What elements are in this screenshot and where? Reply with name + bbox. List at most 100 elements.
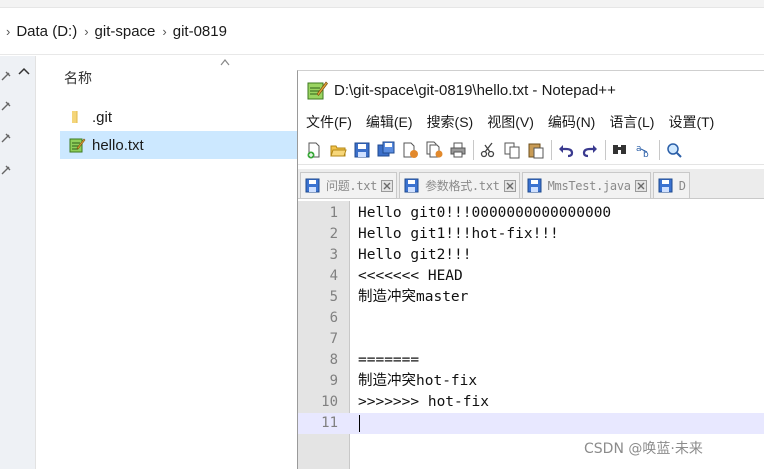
toolbar-separator bbox=[473, 139, 474, 160]
address-bar[interactable]: › Data (D:) › git-space › git-0819 bbox=[0, 9, 764, 55]
editor-line[interactable]: 4 <<<<<<< HEAD bbox=[298, 266, 764, 287]
menu-edit[interactable]: 编辑(E) bbox=[366, 112, 413, 132]
tab-label: MmsTest.java bbox=[547, 178, 631, 193]
column-header-name[interactable]: 名称 bbox=[64, 68, 92, 88]
save-icon bbox=[527, 178, 542, 193]
line-text: Hello git1!!!hot-fix!!! bbox=[358, 226, 559, 242]
tab-canshu-geshi-txt[interactable]: 参数格式.txt bbox=[399, 172, 520, 198]
toolbar-separator bbox=[659, 139, 660, 160]
line-number: 9 bbox=[329, 373, 338, 389]
collapse-chevron-icon[interactable] bbox=[17, 66, 31, 76]
breadcrumb-item-git-0819[interactable]: git-0819 bbox=[173, 23, 227, 40]
toolbar: ab bbox=[298, 135, 764, 165]
tab-bar: 问题.txt 参数格式.txt MmsTest.java D bbox=[298, 169, 764, 199]
line-text: ======= bbox=[358, 352, 420, 368]
file-row-hello-txt[interactable]: hello.txt bbox=[60, 131, 310, 159]
editor-line[interactable]: 11 bbox=[298, 413, 764, 434]
menu-encoding[interactable]: 编码(N) bbox=[548, 112, 595, 132]
redo-icon[interactable] bbox=[580, 140, 600, 160]
line-text: 制造冲突hot-fix bbox=[358, 373, 478, 389]
open-file-icon[interactable] bbox=[328, 140, 348, 160]
close-file-icon[interactable] bbox=[400, 140, 420, 160]
tab-close-icon[interactable] bbox=[503, 179, 516, 192]
tab-label: 参数格式.txt bbox=[425, 179, 500, 193]
breadcrumb-chevron-icon[interactable]: › bbox=[162, 24, 166, 39]
file-name: hello.txt bbox=[92, 136, 144, 154]
line-number: 8 bbox=[329, 352, 338, 368]
editor-line[interactable]: 8 ======= bbox=[298, 350, 764, 371]
breadcrumb-item-drive[interactable]: Data (D:) bbox=[16, 23, 77, 40]
line-number: 6 bbox=[329, 310, 338, 326]
editor-line[interactable]: 2 Hello git1!!!hot-fix!!! bbox=[298, 224, 764, 245]
save-icon[interactable] bbox=[352, 140, 372, 160]
menu-file[interactable]: 文件(F) bbox=[306, 112, 352, 132]
editor-line[interactable]: 1 Hello git0!!!0000000000000000 bbox=[298, 203, 764, 224]
sort-caret-icon bbox=[220, 59, 230, 66]
paste-icon[interactable] bbox=[526, 140, 546, 160]
breadcrumb-chevron-icon[interactable]: › bbox=[6, 24, 10, 39]
tab-label: 问题.txt bbox=[326, 179, 378, 193]
cut-icon[interactable] bbox=[478, 140, 498, 160]
line-number: 3 bbox=[329, 247, 338, 263]
menu-search[interactable]: 搜索(S) bbox=[427, 112, 474, 132]
notepadpp-app-icon bbox=[307, 81, 328, 100]
notepadpp-window[interactable]: D:\git-space\git-0819\hello.txt - Notepa… bbox=[297, 70, 764, 469]
editor-line[interactable]: 6 bbox=[298, 308, 764, 329]
pin-icon[interactable] bbox=[0, 164, 12, 176]
file-name: .git bbox=[92, 108, 113, 126]
editor-line[interactable]: 3 Hello git2!!! bbox=[298, 245, 764, 266]
line-text: 制造冲突master bbox=[358, 289, 469, 305]
copy-icon[interactable] bbox=[502, 140, 522, 160]
tab-close-icon[interactable] bbox=[381, 179, 394, 192]
file-row-git[interactable]: .git bbox=[60, 103, 310, 131]
menu-view[interactable]: 视图(V) bbox=[487, 112, 534, 132]
tab-label: D bbox=[678, 178, 686, 193]
editor-line[interactable]: 9 制造冲突hot-fix bbox=[298, 371, 764, 392]
editor-line[interactable]: 10 >>>>>>> hot-fix bbox=[298, 392, 764, 413]
notepadpp-file-icon bbox=[69, 138, 86, 153]
zoom-icon[interactable] bbox=[664, 140, 684, 160]
tab-close-icon[interactable] bbox=[634, 179, 647, 192]
pin-icon[interactable] bbox=[0, 70, 12, 82]
close-all-icon[interactable] bbox=[424, 140, 444, 160]
toolbar-separator bbox=[605, 139, 606, 160]
line-number: 1 bbox=[329, 205, 338, 221]
save-all-icon[interactable] bbox=[376, 140, 396, 160]
replace-icon[interactable]: ab bbox=[634, 140, 654, 160]
line-number: 5 bbox=[329, 289, 338, 305]
menu-language[interactable]: 语言(L) bbox=[609, 112, 654, 132]
toolbar-separator bbox=[551, 139, 552, 160]
title-bar[interactable]: D:\git-space\git-0819\hello.txt - Notepa… bbox=[298, 71, 764, 109]
save-icon bbox=[305, 178, 320, 193]
editor-area[interactable]: 1 Hello git0!!!0000000000000000 2 Hello git… bbox=[298, 201, 764, 469]
breadcrumb-chevron-icon[interactable]: › bbox=[84, 24, 88, 39]
svg-text:a: a bbox=[636, 144, 642, 154]
line-text: <<<<<<< HEAD bbox=[358, 268, 463, 284]
tab-truncated[interactable]: D bbox=[652, 172, 690, 198]
window-title: D:\git-space\git-0819\hello.txt - Notepa… bbox=[334, 81, 616, 99]
line-text: Hello git0!!!0000000000000000 bbox=[358, 205, 612, 221]
undo-icon[interactable] bbox=[556, 140, 576, 160]
save-icon bbox=[658, 178, 673, 193]
menu-settings[interactable]: 设置(T) bbox=[668, 112, 714, 132]
menu-bar: 文件(F) 编辑(E) 搜索(S) 视图(V) 编码(N) 语言(L) 设置(T… bbox=[298, 109, 764, 135]
line-number: 10 bbox=[321, 394, 338, 410]
line-text: Hello git2!!! bbox=[358, 247, 472, 263]
tab-mmstest-java[interactable]: MmsTest.java bbox=[521, 172, 651, 198]
pin-icon[interactable] bbox=[0, 100, 12, 112]
text-caret bbox=[359, 415, 360, 432]
tab-wenti-txt[interactable]: 问题.txt bbox=[300, 172, 398, 198]
breadcrumb-item-git-space[interactable]: git-space bbox=[95, 23, 156, 40]
pin-icon[interactable] bbox=[0, 132, 12, 144]
navigation-pane[interactable] bbox=[0, 56, 36, 469]
line-number: 11 bbox=[321, 415, 338, 431]
find-icon[interactable] bbox=[610, 140, 630, 160]
new-file-icon[interactable] bbox=[304, 140, 324, 160]
print-icon[interactable] bbox=[448, 140, 468, 160]
editor-line[interactable]: 5 制造冲突master bbox=[298, 287, 764, 308]
line-text: >>>>>>> hot-fix bbox=[358, 394, 489, 410]
folder-icon bbox=[72, 111, 78, 123]
editor-line[interactable]: 7 bbox=[298, 329, 764, 350]
watermark: CSDN @唤蓝·未来 bbox=[584, 441, 703, 457]
line-number: 7 bbox=[329, 331, 338, 347]
